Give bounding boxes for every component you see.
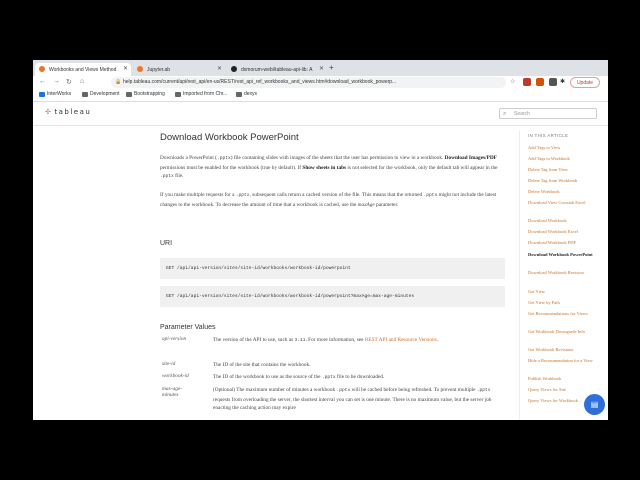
bookmarks-bar: InterWorks Development Bootstrapping Imp… (33, 90, 608, 102)
close-icon[interactable]: ✕ (123, 65, 128, 72)
code-block[interactable]: GET /api/api-version/sites/site-id/workb… (160, 258, 505, 279)
bookmark-interworks[interactable]: InterWorks (39, 91, 71, 97)
star-icon[interactable]: ☆ (510, 78, 515, 85)
back-icon[interactable]: ← (39, 78, 46, 85)
bookmark-development[interactable]: Development (82, 91, 119, 97)
jupyter-favicon-icon (137, 66, 143, 72)
sidebar-item[interactable]: Download Workbook Revision (528, 270, 600, 276)
param-name: workbook-id (162, 373, 189, 379)
bookmark-dexys[interactable]: dexys (236, 91, 257, 97)
update-button[interactable]: Update (570, 77, 600, 88)
search-input[interactable]: ⌕ Search (499, 108, 597, 119)
folder-icon (236, 91, 242, 97)
chat-icon: ▤ (590, 400, 599, 409)
extension-icon[interactable] (549, 78, 557, 86)
browser-window: Workbooks and Views Method ✕ Jupyter.ab … (33, 60, 608, 420)
versions-link[interactable]: REST API and Resource Versions (365, 337, 437, 343)
bookmark-imported[interactable]: Imported from Chr... (175, 91, 227, 97)
bookmark-icon (39, 91, 45, 97)
close-icon[interactable]: ✕ (319, 65, 324, 72)
tab-strip: Workbooks and Views Method ✕ Jupyter.ab … (33, 60, 608, 76)
tab-title: Jupyter.ab (147, 66, 171, 73)
sidebar-item[interactable]: Get Workbook Downgrade Info (528, 329, 600, 335)
sidebar-item[interactable]: Download Workbook Excel (528, 229, 600, 235)
home-icon[interactable]: ⌂ (80, 78, 84, 85)
sidebar-item[interactable]: Get View (528, 289, 600, 295)
sidebar-item[interactable]: Delete Tag from Workbook (528, 178, 600, 184)
reload-icon[interactable]: ↻ (66, 78, 72, 86)
param-desc: (Optional) The maximum number of minutes… (213, 387, 492, 411)
lock-icon: 🔒 (115, 79, 122, 85)
article-nav-header: IN THIS ARTICLE (528, 133, 569, 138)
tableau-plus-icon: ✣ (45, 108, 53, 116)
param-name: api-version (162, 336, 187, 342)
sidebar-item[interactable]: Publish Workbook (528, 376, 600, 382)
paragraph-cache: If you make multiple requests for a .ppt… (160, 192, 497, 208)
tab-title: dxmorum-webi/tableau-api-lib: A (241, 66, 313, 73)
tableau-logo[interactable]: ✣ tableau (45, 108, 91, 116)
param-name: max-age-minutes (162, 386, 183, 398)
tab-title: Workbooks and Views Method (49, 66, 117, 73)
sidebar-item[interactable]: Download View Crosstab Excel (528, 200, 600, 206)
folder-icon (126, 91, 132, 97)
tab-jupyter[interactable]: Jupyter.ab ✕ (133, 63, 225, 76)
url-text: help.tableau.com/current/api/rest_api/en… (123, 79, 397, 85)
sidebar-item[interactable]: Hide a Recommendation for a View (528, 358, 600, 364)
new-tab-button[interactable]: + (329, 63, 334, 72)
paragraph-intro: Downloads a PowerPoint (.pptx) file cont… (160, 155, 498, 179)
sidebar-item[interactable]: Get Workbook Revisions (528, 347, 600, 353)
param-desc: The version of the API to use, such as 3… (213, 337, 439, 343)
sidebar-item[interactable]: Delete Workbook (528, 189, 600, 195)
tab-github[interactable]: dxmorum-webi/tableau-api-lib: A ✕ (227, 63, 327, 76)
sidebar-item[interactable]: Get Recommendations for Views (528, 311, 600, 317)
sidebar-item[interactable]: Add Tags to Workbook (528, 156, 600, 162)
folder-icon (175, 91, 181, 97)
sidebar-item[interactable]: Download Workbook (528, 218, 600, 224)
sidebar-item[interactable]: Query Views for Site (528, 387, 600, 393)
address-bar[interactable]: 🔒 help.tableau.com/current/api/rest_api/… (111, 77, 506, 88)
tab-workbooks-views[interactable]: Workbooks and Views Method ✕ (35, 63, 131, 76)
uri-heading: URI (160, 240, 173, 247)
parameters-heading: Parameter Values (160, 324, 216, 331)
puzzle-icon[interactable]: ✱ (560, 78, 565, 85)
sidebar-item[interactable]: Delete Tag from View (528, 167, 600, 173)
github-favicon-icon (231, 66, 237, 72)
sidebar-divider (519, 130, 520, 420)
param-desc: The ID of the site that contains the wor… (213, 362, 311, 368)
toolbar: ← → ↻ ⌂ 🔒 help.tableau.com/current/api/r… (33, 76, 608, 90)
sidebar-item[interactable]: Get View by Path (528, 300, 600, 306)
extension-icon[interactable] (536, 78, 544, 86)
sidebar-item[interactable]: Download Workbook PDF (528, 240, 600, 246)
folder-icon (82, 91, 88, 97)
close-icon[interactable]: ✕ (217, 65, 222, 72)
extension-icon[interactable] (523, 78, 531, 86)
site-header: ✣ tableau ⌕ Search (33, 102, 608, 126)
param-name: site-id (162, 361, 176, 367)
sidebar-item-current[interactable]: Download Workbook PowerPoint (528, 252, 600, 258)
tableau-favicon-icon (39, 66, 45, 72)
bookmark-bootstrapping[interactable]: Bootstrapping (126, 91, 165, 97)
sidebar-item[interactable]: Add Tags to View (528, 145, 600, 151)
chat-button[interactable]: ▤ (584, 394, 605, 415)
forward-icon[interactable]: → (53, 78, 60, 85)
code-block[interactable]: GET /api/api-version/sites/site-id/workb… (160, 286, 505, 307)
search-icon: ⌕ (503, 111, 507, 117)
page-title: Download Workbook PowerPoint (160, 132, 299, 143)
param-desc: The ID of the workbook to use as the sou… (213, 374, 385, 380)
